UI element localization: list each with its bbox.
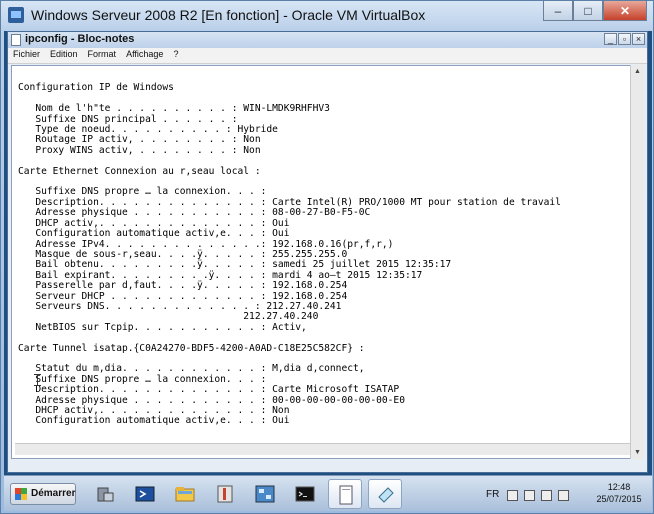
taskbar-cmd[interactable] bbox=[288, 479, 322, 509]
tray-volume-icon[interactable] bbox=[541, 490, 552, 501]
virtualbox-window-title: Windows Serveur 2008 R2 [En fonction] - … bbox=[31, 7, 426, 23]
notepad-minimize-button[interactable]: _ bbox=[604, 33, 617, 45]
explorer-folder-icon bbox=[175, 487, 195, 502]
virtualbox-window-controls: – □ ✕ bbox=[543, 1, 647, 23]
notepad-menubar: Fichier Edition Format Affichage ? bbox=[8, 48, 647, 64]
network-connections-icon bbox=[255, 485, 275, 503]
tray-network-icon[interactable] bbox=[524, 490, 535, 501]
clock-date: 25/07/2015 bbox=[596, 494, 642, 504]
taskbar-notepad[interactable] bbox=[368, 479, 402, 509]
minimize-button[interactable]: – bbox=[543, 1, 573, 21]
tray-update-icon[interactable] bbox=[558, 490, 569, 501]
menu-help[interactable]: ? bbox=[168, 48, 183, 63]
virtualbox-titlebar[interactable]: Windows Serveur 2008 R2 [En fonction] - … bbox=[1, 1, 653, 31]
admin-tools-icon bbox=[217, 485, 233, 503]
notepad-window: ipconfig - Bloc-notes _ ▫ × Fichier Edit… bbox=[7, 31, 648, 473]
vertical-scrollbar[interactable]: ▲ ▼ bbox=[630, 65, 644, 459]
ibeam-cursor-icon bbox=[34, 374, 41, 386]
scroll-down-arrow-icon[interactable]: ▼ bbox=[632, 447, 643, 458]
menu-fichier[interactable]: Fichier bbox=[8, 48, 45, 63]
ipconfig-text[interactable]: Configuration IP de Windows Nom de l'h"t… bbox=[18, 73, 561, 427]
menu-edition[interactable]: Edition bbox=[45, 48, 83, 63]
notepad-titlebar[interactable]: ipconfig - Bloc-notes _ ▫ × bbox=[8, 32, 647, 48]
powershell-icon bbox=[135, 486, 155, 502]
taskbar-notepad-doc[interactable] bbox=[328, 479, 362, 509]
guest-desktop: ipconfig - Bloc-notes _ ▫ × Fichier Edit… bbox=[4, 31, 652, 511]
notepad-window-controls: _ ▫ × bbox=[604, 33, 645, 45]
notepad-maximize-button[interactable]: ▫ bbox=[618, 33, 631, 45]
notepad-icon bbox=[378, 487, 394, 503]
notepad-icon bbox=[11, 34, 21, 46]
taskbar-server-manager[interactable] bbox=[88, 479, 122, 509]
notepad-window-title: ipconfig - Bloc-notes bbox=[25, 33, 135, 45]
close-button[interactable]: ✕ bbox=[603, 1, 647, 21]
notepad-text-area[interactable]: Configuration IP de Windows Nom de l'h"t… bbox=[11, 65, 631, 459]
horizontal-scrollbar[interactable] bbox=[15, 443, 630, 455]
tray-action-center-icon[interactable] bbox=[507, 490, 518, 501]
taskbar-powershell[interactable] bbox=[128, 479, 162, 509]
taskbar-network[interactable] bbox=[248, 479, 282, 509]
clock-time: 12:48 bbox=[607, 482, 631, 492]
menu-format[interactable]: Format bbox=[83, 48, 122, 63]
virtualbox-app-icon bbox=[8, 7, 24, 23]
cmd-icon bbox=[295, 486, 315, 502]
virtualbox-window: Windows Serveur 2008 R2 [En fonction] - … bbox=[0, 0, 654, 514]
scroll-up-arrow-icon[interactable]: ▲ bbox=[632, 66, 643, 77]
taskbar: Démarrer FR 12:48 25/07/2015 bbox=[4, 475, 652, 511]
maximize-button[interactable]: □ bbox=[573, 1, 603, 21]
taskbar-explorer[interactable] bbox=[168, 479, 202, 509]
language-indicator[interactable]: FR bbox=[486, 489, 499, 500]
clock[interactable]: 12:48 25/07/2015 bbox=[590, 481, 648, 505]
start-button[interactable]: Démarrer bbox=[10, 483, 76, 505]
taskbar-admin-tools[interactable] bbox=[208, 479, 242, 509]
notepad-document-icon bbox=[339, 485, 353, 505]
notepad-close-button[interactable]: × bbox=[632, 33, 645, 45]
server-manager-icon bbox=[97, 487, 114, 502]
menu-affichage[interactable]: Affichage bbox=[121, 48, 168, 63]
